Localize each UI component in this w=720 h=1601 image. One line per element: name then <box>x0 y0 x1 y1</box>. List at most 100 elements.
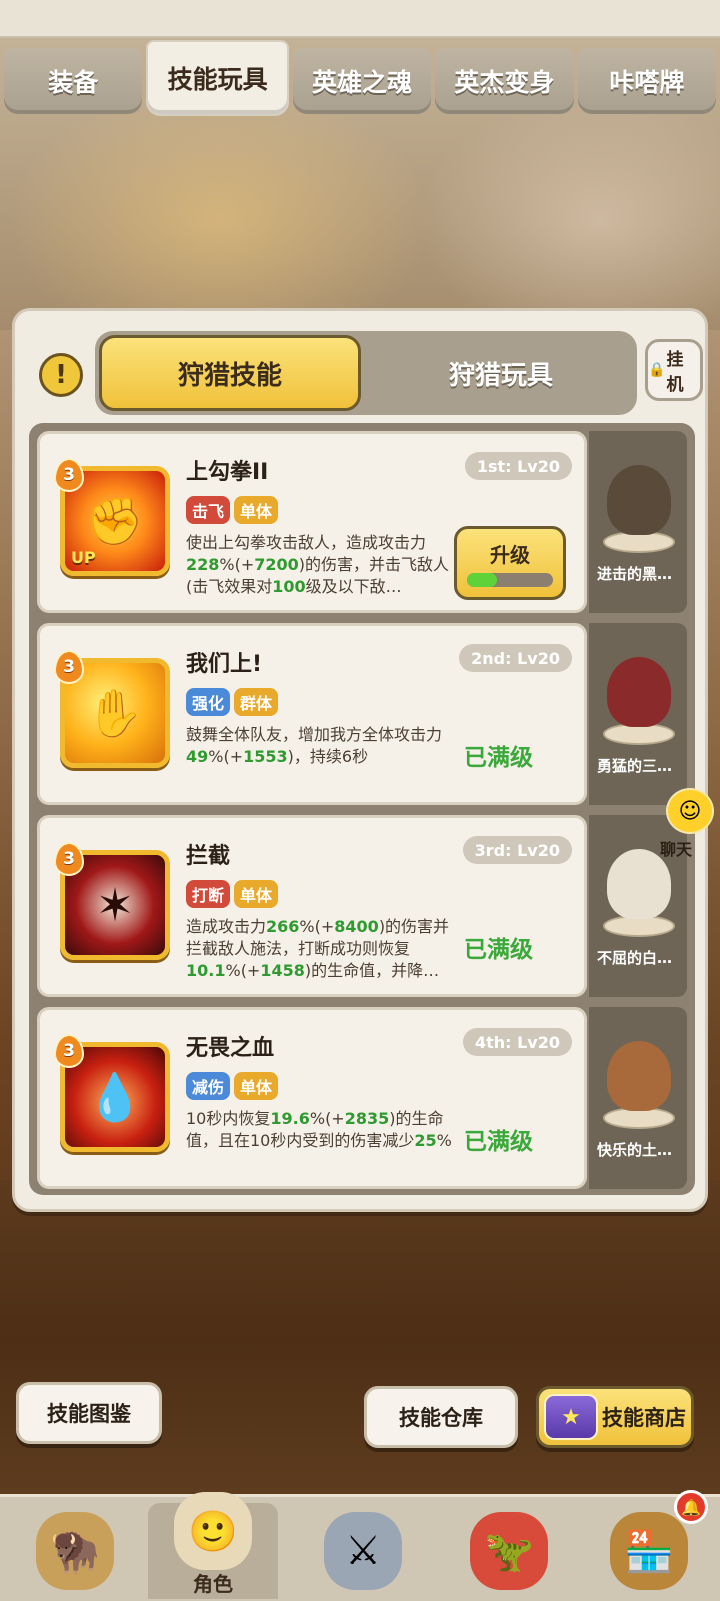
info-icon[interactable]: ! <box>39 353 83 397</box>
tab-card[interactable]: 咔嗒牌 <box>577 48 717 114</box>
pet-figure <box>607 465 671 535</box>
sword-nav-icon: ⚔ <box>324 1512 402 1590</box>
pet-name: 勇猛的三… <box>597 757 673 775</box>
idle-button[interactable]: 🔒 挂机 <box>645 339 703 401</box>
pet-slot[interactable]: 勇猛的三… <box>589 623 687 805</box>
upgrade-label: 升级 <box>490 543 530 567</box>
upgrade-progress-fill <box>467 573 498 587</box>
skill-tags: 强化 群体 <box>186 688 279 716</box>
nav-character[interactable]: 🙂 角色 <box>148 1492 278 1599</box>
skill-desc-text: %(+ <box>299 917 335 936</box>
skill-desc-text: 鼓舞全体队友，增加我方全体攻击力 <box>186 725 443 744</box>
skill-desc-number: 25 <box>414 1131 437 1150</box>
sub-tabs: 狩猎技能 狩猎玩具 <box>95 331 637 415</box>
dino-nav-icon: 🦖 <box>470 1512 548 1590</box>
skill-tag: 群体 <box>234 688 279 716</box>
skill-desc-number: 8400 <box>334 917 379 936</box>
skill-tag: 单体 <box>234 1072 279 1100</box>
tab-hero-transform[interactable]: 英杰变身 <box>435 48 574 114</box>
tab-equipment[interactable]: 装备 <box>4 48 143 114</box>
pet-slot[interactable]: 快乐的土… <box>589 1007 687 1189</box>
max-level-label: 已满级 <box>464 937 533 963</box>
main-tabs: 装备 技能玩具 英雄之魂 英杰变身 咔嗒牌 <box>0 40 720 118</box>
skill-desc-text: )，持续6秒 <box>287 747 369 766</box>
pet-figure <box>607 657 671 727</box>
pet-name: 进击的黑… <box>597 565 673 583</box>
skill-description: 使出上勾拳攻击敌人，造成攻击力228%(+7200)的伤害，并击飞敌人(击飞效果… <box>186 532 454 598</box>
skill-description: 10秒内恢复19.6%(+2835)的生命值，且在10秒内受到的伤害减少25% <box>186 1108 454 1152</box>
skill-up-badge: UP <box>71 548 96 567</box>
shop-icon: ★ <box>544 1394 598 1440</box>
notification-bell-icon: 🔔 <box>674 1490 708 1524</box>
upgrade-button[interactable]: 升级 <box>454 526 566 600</box>
skill-desc-text: 10秒内恢复 <box>186 1109 271 1128</box>
subtab-hunting-toys[interactable]: 狩猎玩具 <box>367 335 635 411</box>
skill-desc-text: %(+ <box>219 555 255 574</box>
subtab-hunting-skills[interactable]: 狩猎技能 <box>99 335 361 411</box>
skill-shop-button[interactable]: ★ 技能商店 <box>536 1386 694 1448</box>
max-level-label: 已满级 <box>464 1129 533 1155</box>
chat-label: 聊天 <box>660 840 693 859</box>
skill-desc-text: %(+ <box>225 961 261 980</box>
nav-character-label: 角色 <box>193 1572 233 1596</box>
skill-tag: 单体 <box>234 496 279 524</box>
max-level-label: 已满级 <box>464 745 533 771</box>
skill-panel: ! 狩猎技能 狩猎玩具 🔒 挂机 ✊ UP 3 上勾拳II 1st: Lv20 击飞 单体使… <box>12 308 708 1212</box>
skill-rank-badge: 3rd: Lv20 <box>462 836 572 864</box>
skill-level-badge: 3 <box>54 650 84 684</box>
skill-desc-number: 7200 <box>254 555 299 574</box>
skill-rank-badge: 1st: Lv20 <box>464 452 572 480</box>
skill-desc-text: )的生命值，并降… <box>304 961 440 980</box>
skill-description: 鼓舞全体队友，增加我方全体攻击力 49%(+1553)，持续6秒 <box>186 724 454 768</box>
skill-desc-number: 1553 <box>243 747 288 766</box>
nav-weapon[interactable]: ⚔ <box>298 1503 428 1599</box>
skill-rank-badge: 2nd: Lv20 <box>459 644 572 672</box>
nav-summon[interactable]: 🦖 <box>444 1503 574 1599</box>
chat-icon: ☺ <box>666 788 714 834</box>
top-bar <box>0 0 720 38</box>
skill-name: 无畏之血 <box>186 1036 275 1061</box>
skill-desc-number: 2835 <box>344 1109 390 1128</box>
skill-desc-text: % <box>436 1131 452 1150</box>
skill-card[interactable]: 💧 3 无畏之血 4th: Lv20 减伤 单体 10秒内恢复19.6%(+2835)的生命… <box>37 1007 587 1189</box>
skill-desc-number: 266 <box>266 917 300 936</box>
skill-desc-text: %(+ <box>208 747 244 766</box>
background-floor <box>0 1180 720 1500</box>
shop-nav-icon: 🏪 <box>610 1512 688 1590</box>
lock-icon: 🔒 <box>648 362 666 378</box>
skill-name: 我们上! <box>186 652 263 677</box>
skill-card[interactable]: ✊ UP 3 上勾拳II 1st: Lv20 击飞 单体 使出上勾拳攻击敌人，造成攻击力228… <box>37 431 587 613</box>
skill-description: 造成攻击力266%(+8400)的伤害并拦截敌人施法，打断成功则恢复10.1%(… <box>186 916 454 982</box>
pet-nav-icon: 🦬 <box>36 1512 114 1590</box>
skill-list: ✊ UP 3 上勾拳II 1st: Lv20 击飞 单体 使出上勾拳攻击敌人，造成攻击力228… <box>29 423 695 1195</box>
skill-name: 上勾拳II <box>186 460 269 485</box>
skill-card[interactable]: ✋ 3 我们上! 2nd: Lv20 强化 群体 鼓舞全体队友，增加我方全体攻击力49%(+… <box>37 623 587 805</box>
skill-desc-number: 1458 <box>260 961 305 980</box>
skill-name: 拦截 <box>186 844 231 869</box>
skill-tag: 打断 <box>186 880 231 908</box>
skill-card[interactable]: ✶ 3 拦截 3rd: Lv20 打断 单体 造成攻击力266%(+8400)的伤害并拦截敌… <box>37 815 587 997</box>
pet-figure <box>607 1041 671 1111</box>
pet-slot[interactable]: 进击的黑… <box>589 431 687 613</box>
skill-desc-number: 10.1 <box>186 961 226 980</box>
pet-name: 快乐的土… <box>597 1141 673 1159</box>
chat-button[interactable]: ☺ 聊天 <box>648 788 720 859</box>
skill-desc-text: %(+ <box>309 1109 345 1128</box>
skill-desc-text: 造成攻击力 <box>186 917 267 936</box>
skill-tags: 减伤 单体 <box>186 1072 279 1100</box>
skill-tag: 单体 <box>234 880 279 908</box>
skill-desc-number: 49 <box>186 747 209 766</box>
skill-tags: 击飞 单体 <box>186 496 279 524</box>
character-nav-icon: 🙂 <box>174 1492 252 1570</box>
skill-desc-number: 19.6 <box>270 1109 310 1128</box>
nav-pet[interactable]: 🦬 <box>10 1503 140 1599</box>
skill-level-badge: 3 <box>54 458 84 492</box>
skill-desc-text: 使出上勾拳攻击敌人，造成攻击力 <box>186 533 427 552</box>
tab-hero-soul[interactable]: 英雄之魂 <box>292 48 432 114</box>
pet-name: 不屈的白… <box>597 949 673 967</box>
skill-tag: 减伤 <box>186 1072 231 1100</box>
tab-skill-toys[interactable]: 技能玩具 <box>146 40 289 116</box>
skill-storage-button[interactable]: 技能仓库 <box>364 1386 518 1448</box>
skill-rank-badge: 4th: Lv20 <box>462 1028 572 1056</box>
skill-codex-button[interactable]: 技能图鉴 <box>16 1382 162 1444</box>
